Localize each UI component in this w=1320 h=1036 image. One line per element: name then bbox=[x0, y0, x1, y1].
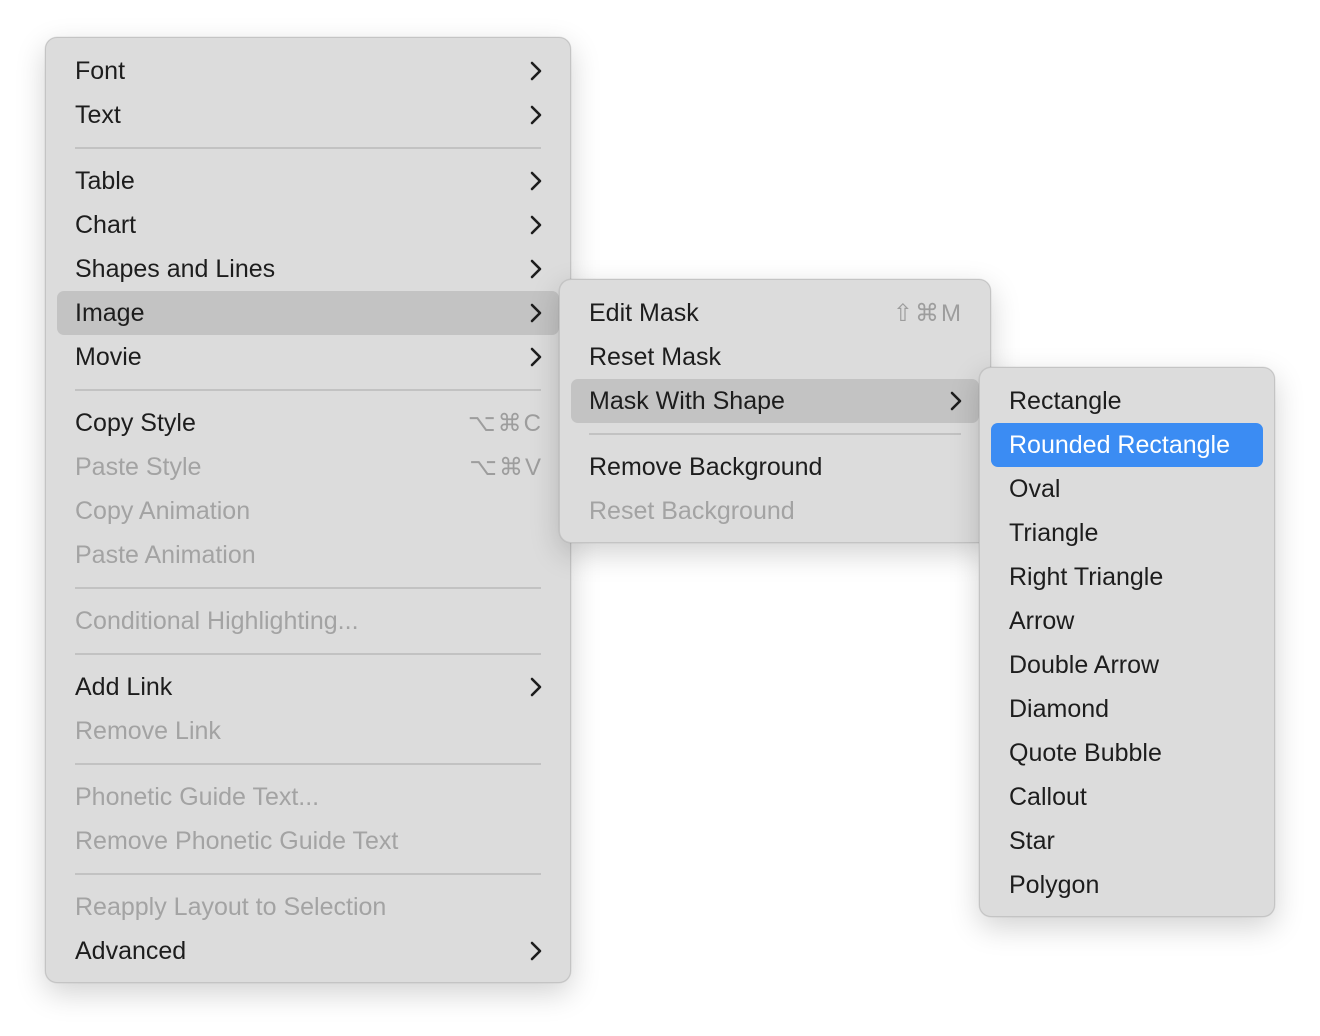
menu-item-label: Arrow bbox=[1009, 606, 1075, 635]
context-menu: Font Text Table Chart Shapes and Lines I… bbox=[45, 37, 571, 983]
menu-item-phonetic-guide-text[interactable]: Phonetic Guide Text... bbox=[57, 775, 559, 819]
menu-item-label: Remove Phonetic Guide Text bbox=[75, 826, 399, 855]
menu-item-edit-mask[interactable]: Edit Mask ⇧⌘M bbox=[571, 291, 979, 335]
menu-item-quote-bubble[interactable]: Quote Bubble bbox=[991, 731, 1263, 775]
menu-item-chart[interactable]: Chart bbox=[57, 203, 559, 247]
menu-item-label: Reset Background bbox=[589, 496, 795, 525]
menu-item-label: Remove Link bbox=[75, 716, 221, 745]
menu-item-triangle[interactable]: Triangle bbox=[991, 511, 1263, 555]
chevron-right-icon bbox=[945, 391, 963, 411]
chevron-right-icon bbox=[525, 61, 543, 81]
menu-item-label: Text bbox=[75, 100, 121, 129]
menu-item-copy-animation[interactable]: Copy Animation bbox=[57, 489, 559, 533]
menu-item-double-arrow[interactable]: Double Arrow bbox=[991, 643, 1263, 687]
menu-item-label: Reapply Layout to Selection bbox=[75, 892, 387, 921]
menu-item-star[interactable]: Star bbox=[991, 819, 1263, 863]
menu-item-image[interactable]: Image bbox=[57, 291, 559, 335]
menu-item-label: Remove Background bbox=[589, 452, 823, 481]
menu-item-paste-style[interactable]: Paste Style ⌥⌘V bbox=[57, 445, 559, 489]
menu-item-label: Font bbox=[75, 56, 126, 85]
menu-item-label: Paste Style bbox=[75, 452, 202, 481]
keyboard-shortcut: ⌥⌘C bbox=[468, 409, 543, 437]
menu-item-label: Reset Mask bbox=[589, 342, 721, 371]
menu-item-arrow[interactable]: Arrow bbox=[991, 599, 1263, 643]
menu-item-conditional-highlighting[interactable]: Conditional Highlighting... bbox=[57, 599, 559, 643]
menu-item-text[interactable]: Text bbox=[57, 93, 559, 137]
menu-item-label: Table bbox=[75, 166, 135, 195]
menu-item-label: Triangle bbox=[1009, 518, 1099, 547]
chevron-right-icon bbox=[525, 303, 543, 323]
menu-item-reset-mask[interactable]: Reset Mask bbox=[571, 335, 979, 379]
menu-item-label: Paste Animation bbox=[75, 540, 256, 569]
chevron-right-icon bbox=[525, 347, 543, 367]
menu-item-rectangle[interactable]: Rectangle bbox=[991, 379, 1263, 423]
menu-item-table[interactable]: Table bbox=[57, 159, 559, 203]
chevron-right-icon bbox=[525, 677, 543, 697]
menu-item-mask-with-shape[interactable]: Mask With Shape bbox=[571, 379, 979, 423]
menu-item-remove-link[interactable]: Remove Link bbox=[57, 709, 559, 753]
menu-item-label: Polygon bbox=[1009, 870, 1100, 899]
menu-item-font[interactable]: Font bbox=[57, 49, 559, 93]
menu-item-label: Movie bbox=[75, 342, 142, 371]
menu-item-oval[interactable]: Oval bbox=[991, 467, 1263, 511]
menu-item-label: Rectangle bbox=[1009, 386, 1122, 415]
menu-item-label: Star bbox=[1009, 826, 1055, 855]
menu-item-reset-background[interactable]: Reset Background bbox=[571, 489, 979, 533]
menu-item-callout[interactable]: Callout bbox=[991, 775, 1263, 819]
menu-item-paste-animation[interactable]: Paste Animation bbox=[57, 533, 559, 577]
menu-item-label: Chart bbox=[75, 210, 137, 239]
menu-item-label: Right Triangle bbox=[1009, 562, 1164, 591]
keyboard-shortcut: ⌥⌘V bbox=[469, 453, 543, 481]
menu-item-label: Phonetic Guide Text... bbox=[75, 782, 320, 811]
menu-separator bbox=[589, 433, 961, 435]
chevron-right-icon bbox=[525, 941, 543, 961]
menu-item-label: Oval bbox=[1009, 474, 1061, 503]
menu-separator bbox=[75, 389, 541, 391]
menu-item-label: Conditional Highlighting... bbox=[75, 606, 359, 635]
menu-item-label: Callout bbox=[1009, 782, 1087, 811]
menu-item-label: Copy Style bbox=[75, 408, 196, 437]
menu-item-right-triangle[interactable]: Right Triangle bbox=[991, 555, 1263, 599]
menu-separator bbox=[75, 147, 541, 149]
menu-item-add-link[interactable]: Add Link bbox=[57, 665, 559, 709]
menu-item-label: Shapes and Lines bbox=[75, 254, 276, 283]
menu-item-remove-phonetic-guide-text[interactable]: Remove Phonetic Guide Text bbox=[57, 819, 559, 863]
chevron-right-icon bbox=[525, 171, 543, 191]
chevron-right-icon bbox=[525, 105, 543, 125]
menu-item-label: Image bbox=[75, 298, 145, 327]
menu-item-label: Double Arrow bbox=[1009, 650, 1160, 679]
chevron-right-icon bbox=[525, 215, 543, 235]
menu-item-label: Advanced bbox=[75, 936, 187, 965]
keyboard-shortcut: ⇧⌘M bbox=[892, 299, 963, 327]
menu-item-movie[interactable]: Movie bbox=[57, 335, 559, 379]
menu-item-label: Rounded Rectangle bbox=[1009, 430, 1230, 459]
menu-separator bbox=[75, 763, 541, 765]
menu-item-advanced[interactable]: Advanced bbox=[57, 929, 559, 973]
menu-item-label: Copy Animation bbox=[75, 496, 251, 525]
menu-item-label: Mask With Shape bbox=[589, 386, 785, 415]
menu-item-label: Quote Bubble bbox=[1009, 738, 1162, 767]
menu-item-label: Diamond bbox=[1009, 694, 1110, 723]
menu-item-copy-style[interactable]: Copy Style ⌥⌘C bbox=[57, 401, 559, 445]
mask-shape-submenu: Rectangle Rounded Rectangle Oval Triangl… bbox=[979, 367, 1275, 917]
menu-item-label: Add Link bbox=[75, 672, 173, 701]
menu-separator bbox=[75, 587, 541, 589]
menu-item-shapes-and-lines[interactable]: Shapes and Lines bbox=[57, 247, 559, 291]
menu-item-remove-background[interactable]: Remove Background bbox=[571, 445, 979, 489]
chevron-right-icon bbox=[525, 259, 543, 279]
menu-separator bbox=[75, 873, 541, 875]
menu-item-diamond[interactable]: Diamond bbox=[991, 687, 1263, 731]
menu-separator bbox=[75, 653, 541, 655]
image-submenu: Edit Mask ⇧⌘M Reset Mask Mask With Shape… bbox=[559, 279, 991, 543]
menu-item-rounded-rectangle[interactable]: Rounded Rectangle bbox=[991, 423, 1263, 467]
menu-item-reapply-layout[interactable]: Reapply Layout to Selection bbox=[57, 885, 559, 929]
menu-item-polygon[interactable]: Polygon bbox=[991, 863, 1263, 907]
menu-item-label: Edit Mask bbox=[589, 298, 699, 327]
